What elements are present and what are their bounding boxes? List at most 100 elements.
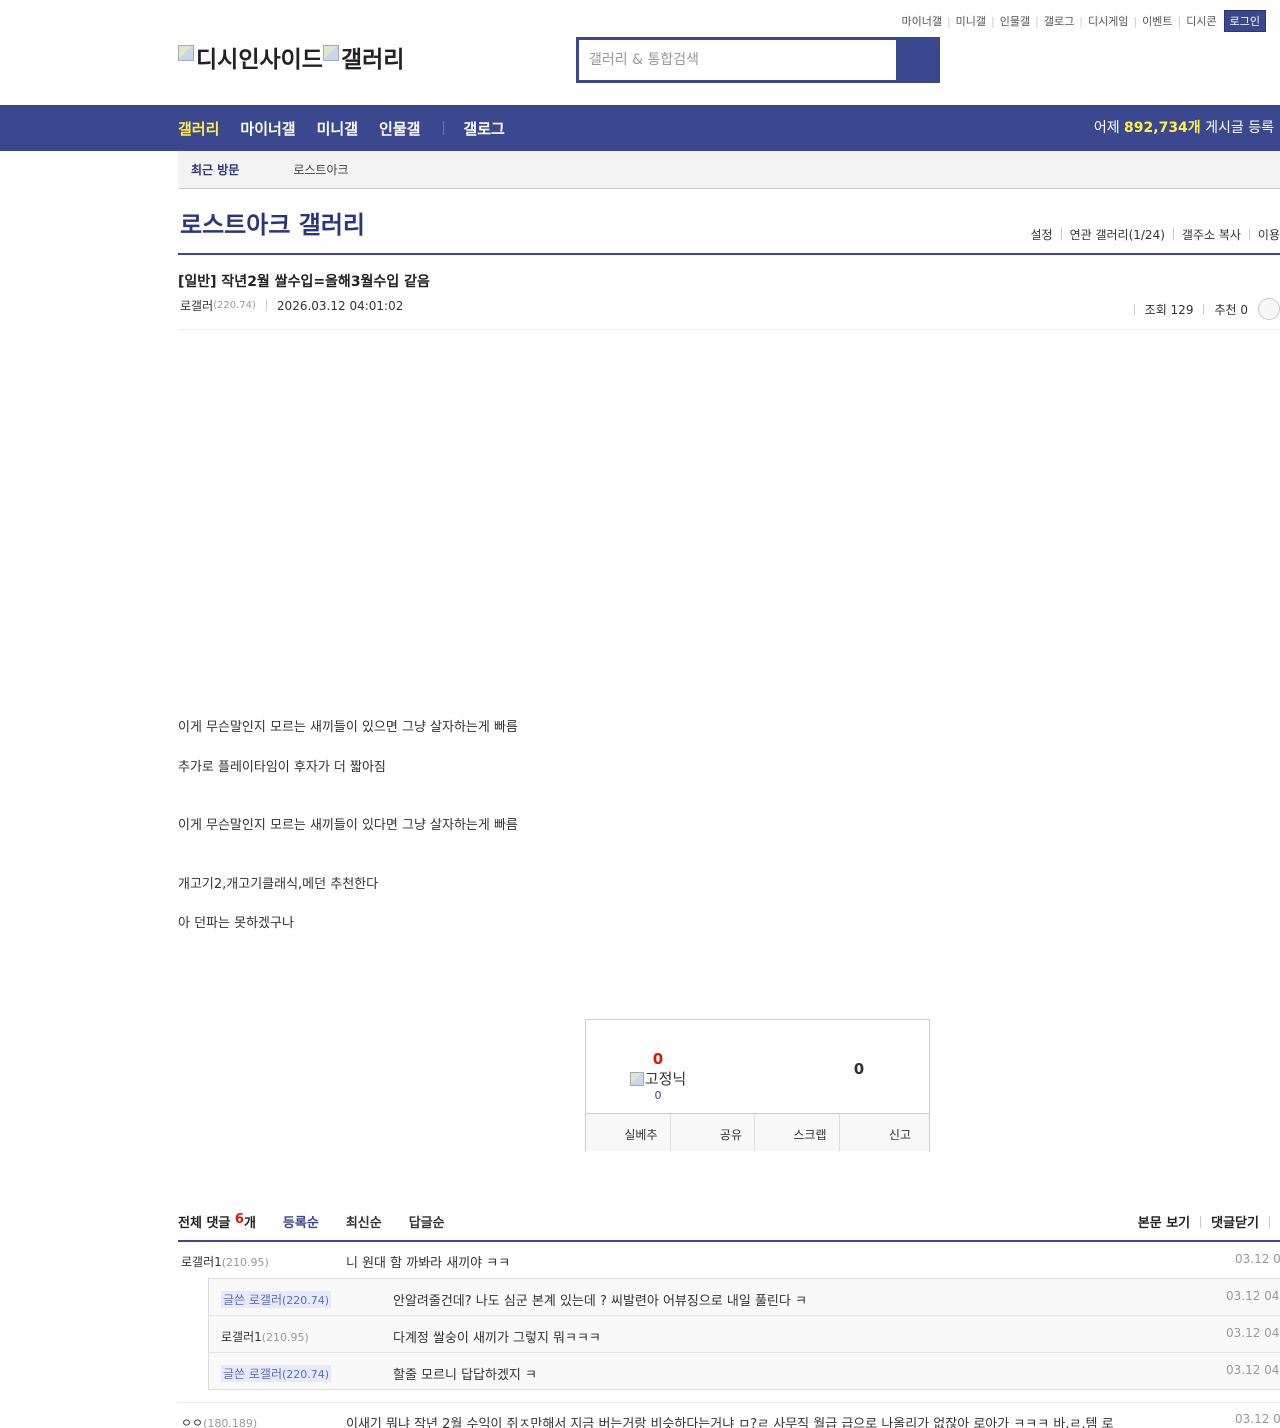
share-button[interactable]: 공유 <box>671 1114 755 1151</box>
comment-nick[interactable]: 로갤러1(210.95) <box>181 1253 269 1270</box>
reply-text: 할줄 모르니 답답하겠지 ㅋ <box>393 1368 537 1383</box>
search-input[interactable] <box>579 40 896 80</box>
writer-nick[interactable]: 로갤러 <box>180 297 213 314</box>
comment-total-count: 6 <box>234 1212 244 1227</box>
divider: | <box>1177 14 1182 28</box>
site-logo[interactable]: 디시인사이드 갤러리 <box>178 40 404 74</box>
util-link-gallog[interactable]: 갤로그 <box>1044 13 1074 29</box>
close-comments-button[interactable]: 댓글닫기 <box>1211 1212 1259 1231</box>
divider <box>1269 1215 1270 1228</box>
comment-date: 03.12 04:12 <box>1235 1412 1280 1426</box>
divider <box>1060 228 1062 240</box>
reply-nick[interactable]: 로갤러1(210.95) <box>221 1328 309 1345</box>
util-link-dccon[interactable]: 디시콘 <box>1186 13 1216 29</box>
comment-row: ㅇㅇ(180.189) 이새기 뭐냐 작년 2월 수익이 쥐ㅈ만해서 지금 버는… <box>178 1402 1280 1428</box>
broken-image-icon <box>629 1071 644 1086</box>
util-link-minor[interactable]: 마이너갤 <box>901 13 941 29</box>
comment-text: 이새기 뭐냐 작년 2월 수익이 쥐ㅈ만해서 지금 버는거랑 비슷하다는거냐 ㅁ… <box>346 1417 1114 1428</box>
sort-by-replies[interactable]: 답글순 <box>409 1212 445 1231</box>
nav-item-mini[interactable]: 미니갤 <box>317 118 358 139</box>
logo-sub-alt: 갤러리 <box>340 47 405 73</box>
sort-by-registration[interactable]: 등록순 <box>283 1212 319 1231</box>
post-writer: 로갤러 (220.74) 2026.03.12 04:01:02 <box>180 297 403 314</box>
gallery-option-usage[interactable]: 이용 <box>1258 226 1280 243</box>
gallery-option-settings[interactable]: 설정 <box>1030 226 1052 243</box>
nav-item-minor[interactable]: 마이너갤 <box>240 118 295 139</box>
comment-total-unit: 개 <box>243 1216 256 1231</box>
divider: | <box>1133 14 1138 28</box>
nick-text: 로갤러1 <box>221 1330 262 1344</box>
nick-text: 글쓴 로갤러 <box>223 1367 283 1381</box>
nick-text: 로갤러1 <box>181 1255 222 1269</box>
recommend-box: 0 고정닉 0 0 실베추 공유 스크랩 신고 <box>585 1019 930 1151</box>
upvote-button[interactable]: 0 고정닉 0 <box>626 1050 690 1102</box>
nav-item-person[interactable]: 인물갤 <box>379 118 420 139</box>
util-link-person[interactable]: 인물갤 <box>1000 13 1030 29</box>
comment-header: 전체 댓글 6개 등록순 최신순 답글순 <box>178 1212 445 1231</box>
nav-item-gallog[interactable]: 갤로그 <box>463 118 504 139</box>
fixed-nick-count: 0 <box>654 1089 662 1102</box>
util-link-mini[interactable]: 미니갤 <box>956 13 986 29</box>
post-header-divider <box>178 329 1280 330</box>
divider <box>1248 228 1250 240</box>
divider <box>1133 303 1135 315</box>
view-count: 조회 129 <box>1144 302 1194 317</box>
divider <box>1172 228 1174 240</box>
writer-ip: (220.74) <box>213 300 256 311</box>
util-link-game[interactable]: 디시게임 <box>1088 13 1128 29</box>
content-line: 추가로 플레이타임이 후자가 더 짧아짐 <box>178 760 386 775</box>
divider: | <box>1035 14 1039 28</box>
recent-visit-item[interactable]: 로스트아크 <box>293 161 348 178</box>
nick-ip: (210.95) <box>221 1256 269 1269</box>
gallery-title[interactable]: 로스트아크 갤러리 <box>180 205 365 240</box>
gallery-option-copy-url[interactable]: 갤주소 복사 <box>1182 226 1241 243</box>
stat-value: 892,734개 <box>1124 120 1201 136</box>
post-title: [일반] 작년2월 쌀수입=올해3월수입 같음 <box>178 274 430 290</box>
fixed-nick-upvote: 고정닉 <box>626 1068 690 1089</box>
nick-ip: (210.95) <box>261 1331 309 1344</box>
search-icon <box>907 51 926 69</box>
report-button[interactable]: 신고 <box>840 1114 930 1151</box>
scrap-button[interactable]: 스크랩 <box>755 1114 840 1151</box>
comment-nick[interactable]: ㅇㅇ(180.189) <box>181 1414 257 1428</box>
util-link-event[interactable]: 이벤트 <box>1142 13 1172 29</box>
fixed-nick-alt: 고정닉 <box>644 1070 687 1088</box>
reply-text: 다계정 쌀숭이 새끼가 그렇지 뭐ㅋㅋㅋ <box>393 1331 601 1346</box>
reply-date: 03.12 04:07 <box>1226 1326 1280 1340</box>
login-button[interactable]: 로그인 <box>1223 10 1266 32</box>
nav-item-gallery[interactable]: 갤러리 <box>178 118 219 139</box>
comment-row: 로갤러1(210.95) 니 원대 함 까봐라 새끼야 ㅋㅋ 03.12 04:… <box>178 1242 1280 1278</box>
reply-list: 글쓴 로갤러(220.74) 안알려줄건데? 나도 심군 본계 있는데 ? 씨발… <box>208 1278 1280 1390</box>
downvote-count[interactable]: 0 <box>844 1060 874 1078</box>
nick-ip: (220.74) <box>282 1294 330 1307</box>
search-button[interactable] <box>896 40 937 80</box>
divider: | <box>1079 14 1083 28</box>
gallery-options: 설정 연관 갤러리(1/24) 갤주소 복사 이용 <box>1030 226 1280 243</box>
top-utility-links: 마이너갤 | 미니갤 | 인물갤 | 갤로그 | 디시게임 | 이벤트 | 디시콘 로그인 <box>901 10 1266 32</box>
search-bar <box>576 37 940 83</box>
recommend-count: 추천 0 <box>1214 302 1248 317</box>
reply-nick-op[interactable]: 글쓴 로갤러(220.74) <box>221 1365 332 1382</box>
content-line: 개고기2,개고기클래식,메던 추천한다 <box>178 877 379 892</box>
divider <box>1203 303 1205 315</box>
divider <box>1200 1215 1202 1228</box>
yesterday-post-stat: 어제 892,734개 게시글 등록 <box>1094 105 1274 151</box>
content-line: 아 던파는 못하겠구나 <box>178 916 294 931</box>
reply-row: 글쓴 로갤러(220.74) 할줄 모르니 답답하겠지 ㅋ 03.12 04:1… <box>209 1353 1280 1390</box>
gallery-option-related[interactable]: 연관 갤러리(1/24) <box>1070 226 1165 243</box>
view-post-button[interactable]: 본문 보기 <box>1138 1212 1190 1231</box>
nick-text: 글쓴 로갤러 <box>223 1293 283 1307</box>
reply-row: 글쓴 로갤러(220.74) 안알려줄건데? 나도 심군 본계 있는데 ? 씨발… <box>209 1279 1280 1316</box>
more-options-button[interactable] <box>1258 298 1280 320</box>
upvote-count: 0 <box>652 1050 664 1068</box>
realbest-button[interactable]: 실베추 <box>586 1114 671 1151</box>
sort-by-latest[interactable]: 최신순 <box>346 1212 382 1231</box>
main-navigation: 갤러리 마이너갤 미니갤 인물갤 갤로그 어제 892,734개 게시글 등록 <box>0 105 1280 151</box>
reply-nick-op[interactable]: 글쓴 로갤러(220.74) <box>221 1291 332 1308</box>
comment-header-actions: 본문 보기 댓글닫기 <box>1138 1212 1280 1231</box>
nick-text: ㅇㅇ <box>181 1416 204 1428</box>
nick-ip: (180.189) <box>203 1417 258 1428</box>
comment-text: 니 원대 함 까봐라 새끼야 ㅋㅋ <box>346 1256 511 1271</box>
title-underline <box>178 253 1280 255</box>
stat-prefix: 어제 <box>1093 120 1120 136</box>
